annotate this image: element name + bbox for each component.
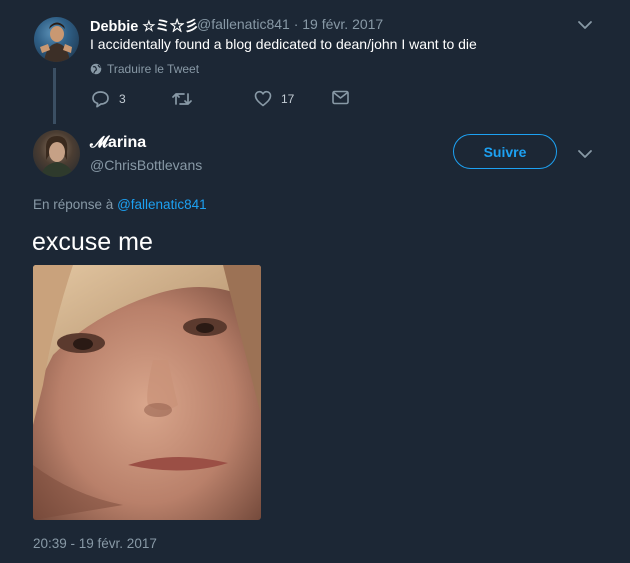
avatar[interactable] (34, 17, 79, 62)
avatar-image (40, 22, 72, 62)
chevron-down-icon[interactable] (576, 16, 594, 34)
reply-tweet-text: I accidentally found a blog dedicated to… (90, 36, 477, 52)
reply-icon (92, 91, 109, 108)
direct-message-button[interactable] (332, 90, 349, 105)
reply-author-name[interactable]: Debbie ☆ミ☆彡 (90, 15, 199, 36)
in-reply-to: En réponse à @fallenatic841 (33, 197, 207, 212)
avatar-image (41, 136, 73, 177)
reply-button[interactable]: 3 (91, 90, 126, 108)
in-reply-prefix: En réponse à (33, 197, 114, 212)
chevron-down-icon[interactable] (576, 145, 594, 163)
author-handle[interactable]: @ChrisBottlevans (90, 157, 202, 173)
tweet-text: excuse me (32, 228, 153, 256)
thread-connector (53, 68, 56, 124)
retweet-button[interactable] (172, 90, 192, 108)
tweet-media-image[interactable] (33, 265, 261, 520)
heart-icon (254, 90, 272, 107)
in-reply-handle-link[interactable]: @fallenatic841 (117, 197, 207, 212)
translate-tweet-link[interactable]: Traduire le Tweet (90, 62, 199, 76)
envelope-icon (332, 90, 349, 105)
reply-count: 3 (119, 92, 126, 106)
tweet-timestamp[interactable]: 20:39 - 19 févr. 2017 (33, 536, 157, 551)
author-name[interactable]: 𝓜arina (90, 134, 146, 152)
reply-author-handle-date[interactable]: @fallenatic841 · 19 févr. 2017 (197, 16, 383, 32)
like-count: 17 (281, 91, 295, 106)
avatar[interactable] (33, 130, 80, 177)
retweet-icon (172, 93, 192, 105)
translate-label: Traduire le Tweet (107, 62, 200, 76)
follow-button[interactable]: Suivre (453, 134, 557, 169)
like-button[interactable]: 17 (254, 90, 294, 107)
globe-icon (90, 63, 102, 75)
face-photo (33, 265, 261, 520)
